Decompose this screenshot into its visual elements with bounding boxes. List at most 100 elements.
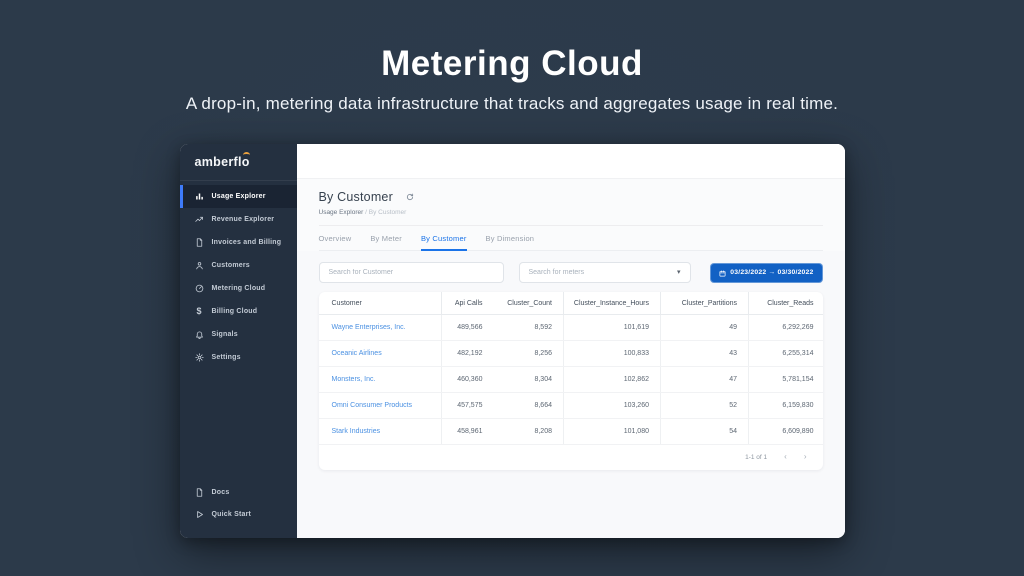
api-calls-value: 460,360	[441, 366, 494, 394]
cluster-count-value: 8,256	[493, 340, 564, 368]
date-range-button[interactable]: 03/23/2022 → 03/30/2022	[710, 262, 823, 283]
hero-section: Metering Cloud A drop-in, metering data …	[0, 0, 1024, 114]
pagination: 1-1 of 1	[319, 445, 823, 470]
tab-by-customer[interactable]: By Customer	[420, 234, 467, 252]
trending-up-icon	[194, 215, 204, 224]
chevron-down-icon	[677, 269, 681, 276]
cluster-reads-value: 6,292,269	[748, 314, 823, 342]
api-calls-value: 458,961	[441, 418, 494, 446]
breadcrumb-separator: /	[365, 209, 367, 217]
customer-link[interactable]: Monsters, Inc.	[318, 366, 442, 394]
tab-by-meter[interactable]: By Meter	[370, 234, 402, 250]
refresh-icon[interactable]	[406, 188, 414, 206]
cluster-instance-hours-value: 103,260	[563, 392, 661, 420]
table-row: Monsters, Inc. 460,360 8,304 102,862 47 …	[318, 366, 823, 394]
breadcrumb-parent[interactable]: Usage Explorer	[319, 209, 364, 216]
cluster-count-value: 8,304	[493, 366, 564, 394]
sidebar: amberflo Usage Explorer Revenue Explorer	[179, 144, 297, 539]
page-header: By Customer Usage Explorer / By Customer…	[296, 179, 845, 252]
chevron-left-icon[interactable]	[784, 453, 787, 461]
sidebar-item-quick-start[interactable]: Quick Start	[180, 503, 297, 525]
cluster-reads-value: 6,159,830	[748, 392, 823, 420]
logo-text: amberflo	[194, 152, 250, 170]
cluster-partitions-value: 47	[660, 366, 749, 394]
bar-chart-icon	[195, 192, 204, 201]
customer-link[interactable]: Stark Industries	[318, 418, 442, 446]
meter-search-select[interactable]: Search for meters	[518, 262, 691, 284]
sidebar-nav: Usage Explorer Revenue Explorer Invoices…	[179, 181, 297, 369]
sidebar-item-label: Quick Start	[211, 510, 252, 518]
sidebar-item-label: Revenue Explorer	[211, 216, 275, 224]
cluster-instance-hours-value: 101,080	[563, 418, 661, 446]
filter-row: Search for meters 03/23/2022 → 03/30/202…	[318, 262, 823, 284]
sidebar-item-label: Customers	[211, 262, 250, 270]
chevron-right-icon[interactable]	[804, 453, 807, 461]
page-content: Search for meters 03/23/2022 → 03/30/202…	[297, 251, 845, 538]
breadcrumb: Usage Explorer / By Customer	[319, 209, 823, 216]
sidebar-item-label: Signals	[211, 331, 238, 339]
cluster-count-value: 8,208	[493, 418, 564, 446]
sidebar-item-billing-cloud[interactable]: Billing Cloud	[180, 300, 297, 323]
sidebar-footer: Docs Quick Start	[180, 481, 297, 525]
sidebar-item-label: Billing Cloud	[211, 308, 258, 316]
customer-search-input[interactable]	[318, 262, 504, 284]
cluster-instance-hours-value: 102,862	[563, 366, 661, 394]
usage-table: Customer Api Calls Cluster_Count Cluster…	[318, 292, 823, 446]
table-row: Oceanic Airlines 482,192 8,256 100,833 4…	[318, 340, 823, 368]
table-row: Omni Consumer Products 457,575 8,664 103…	[318, 392, 823, 420]
column-header-cluster-count: Cluster_Count	[493, 292, 564, 316]
sidebar-item-label: Settings	[211, 354, 241, 362]
sidebar-item-invoices-and-billing[interactable]: Invoices and Billing	[180, 231, 297, 254]
api-calls-value: 457,575	[441, 392, 494, 420]
cluster-count-value: 8,664	[493, 392, 564, 420]
tab-bar: Overview By Meter By Customer By Dimensi…	[318, 226, 823, 252]
page-title: By Customer	[318, 190, 393, 205]
breadcrumb-current: By Customer	[368, 209, 407, 217]
app-window: amberflo Usage Explorer Revenue Explorer	[179, 144, 845, 539]
gear-icon	[194, 353, 204, 362]
gauge-icon	[195, 284, 204, 293]
cluster-instance-hours-value: 101,619	[563, 314, 661, 342]
cluster-reads-value: 6,609,890	[748, 418, 823, 446]
table-row: Stark Industries 458,961 8,208 101,080 5…	[318, 418, 823, 446]
calendar-icon	[719, 264, 726, 282]
api-calls-value: 482,192	[441, 340, 494, 368]
play-icon	[195, 510, 204, 519]
tab-by-dimension[interactable]: By Dimension	[486, 234, 535, 250]
sidebar-item-signals[interactable]: Signals	[180, 323, 297, 346]
customer-link[interactable]: Omni Consumer Products	[318, 392, 442, 420]
usage-table-card: Customer Api Calls Cluster_Count Cluster…	[318, 292, 823, 471]
column-header-customer: Customer	[318, 292, 442, 316]
cluster-instance-hours-value: 100,833	[563, 340, 661, 368]
sidebar-item-docs[interactable]: Docs	[180, 481, 297, 503]
hero-subtitle: A drop-in, metering data infrastructure …	[185, 94, 839, 114]
customer-link[interactable]: Wayne Enterprises, Inc.	[318, 314, 442, 342]
cluster-reads-value: 5,781,154	[748, 366, 823, 394]
sidebar-item-settings[interactable]: Settings	[180, 346, 297, 369]
cluster-reads-value: 6,255,314	[748, 340, 823, 368]
sidebar-item-revenue-explorer[interactable]: Revenue Explorer	[180, 208, 297, 231]
sidebar-item-label: Usage Explorer	[211, 193, 266, 201]
cluster-partitions-value: 49	[660, 314, 749, 342]
top-app-bar	[296, 144, 845, 180]
tab-overview[interactable]: Overview	[319, 234, 352, 250]
meter-search-placeholder: Search for meters	[528, 269, 585, 277]
document-icon	[195, 238, 204, 247]
sidebar-item-label: Invoices and Billing	[211, 239, 282, 247]
bell-icon	[195, 330, 204, 340]
sidebar-item-usage-explorer[interactable]: Usage Explorer	[179, 185, 297, 209]
person-icon	[195, 261, 204, 270]
api-calls-value: 489,566	[441, 314, 494, 342]
table-row: Wayne Enterprises, Inc. 489,566 8,592 10…	[318, 314, 823, 342]
customer-link[interactable]: Oceanic Airlines	[318, 340, 442, 368]
amberflo-logo[interactable]: amberflo	[179, 144, 297, 182]
cluster-count-value: 8,592	[493, 314, 564, 342]
column-header-cluster-instance-hours: Cluster_Instance_Hours	[563, 292, 661, 316]
pagination-label: 1-1 of 1	[745, 453, 768, 461]
column-header-cluster-partitions: Cluster_Partitions	[660, 292, 749, 316]
sidebar-item-metering-cloud[interactable]: Metering Cloud	[180, 277, 297, 300]
sidebar-item-customers[interactable]: Customers	[180, 254, 297, 277]
main-panel: By Customer Usage Explorer / By Customer…	[296, 144, 845, 539]
dollar-icon	[195, 307, 204, 316]
hero-title: Metering Cloud	[381, 44, 643, 83]
